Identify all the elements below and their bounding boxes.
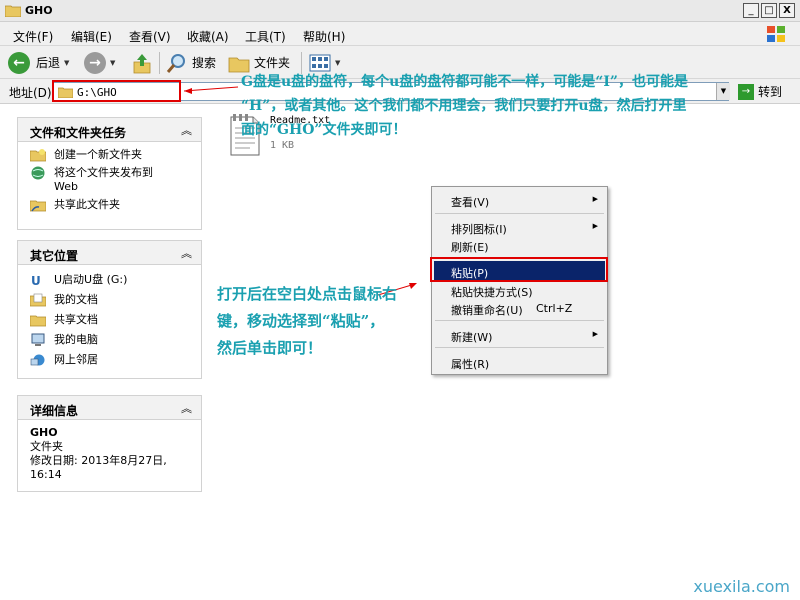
context-item-arrange-icons[interactable]: 排列图标(I) ▶	[434, 217, 605, 237]
chevron-down-icon: ▼	[64, 58, 70, 67]
address-label: 地址(D)	[9, 86, 52, 100]
back-button[interactable]: ← 后退 ▼	[8, 50, 69, 75]
search-label: 搜索	[192, 56, 217, 70]
other-places-panel: 其它位置 ︽ U U启动U盘 (G:) 我的文档 共享文档 我的电脑 网上邻居	[17, 240, 202, 379]
menu-divider	[435, 347, 604, 348]
menu-divider	[435, 320, 604, 321]
place-network[interactable]: 网上邻居	[30, 353, 201, 367]
panel-title: 文件和文件夹任务	[30, 126, 127, 140]
up-folder-icon	[133, 53, 151, 73]
toolbar-separator	[159, 52, 160, 74]
close-button[interactable]: X	[779, 3, 795, 18]
maximize-button[interactable]: □	[761, 3, 777, 18]
panel-header[interactable]: 详细信息 ︽	[18, 396, 201, 420]
menu-divider	[435, 213, 604, 214]
search-icon	[166, 53, 185, 73]
windows-logo-icon	[767, 26, 785, 42]
go-label: 转到	[758, 85, 783, 99]
menu-divider	[435, 257, 604, 258]
collapse-chevron-icon[interactable]: ︽	[181, 122, 192, 138]
computer-icon	[31, 333, 45, 346]
minimize-button[interactable]: _	[743, 3, 759, 18]
panel-header[interactable]: 其它位置 ︽	[18, 241, 201, 265]
address-value: G:\GHO	[77, 86, 117, 99]
collapse-chevron-icon[interactable]: ︽	[181, 245, 192, 261]
go-arrow-icon: →	[738, 83, 754, 100]
chevron-down-icon: ▼	[110, 58, 116, 67]
address-dropdown-button[interactable]: ▼	[716, 83, 730, 100]
panel-title: 其它位置	[30, 249, 79, 263]
place-usb-drive[interactable]: U U启动U盘 (G:)	[30, 273, 201, 287]
context-item-properties[interactable]: 属性(R)	[434, 352, 605, 372]
share-folder-icon	[30, 200, 46, 212]
up-folder-button[interactable]	[132, 50, 152, 75]
search-button[interactable]: 搜索	[166, 50, 216, 75]
arrow-head	[409, 283, 417, 289]
new-folder-icon	[30, 149, 46, 162]
task-new-folder[interactable]: 创建一个新文件夹	[30, 148, 201, 162]
watermark: xuexila.com	[693, 577, 790, 596]
context-item-view[interactable]: 查看(V) ▶	[434, 190, 605, 210]
annotation-paste-instruction: 打开后在空白处点击鼠标右 键，移动选择到“粘贴”， 然后单击即可！	[217, 285, 398, 357]
forward-button[interactable]: → ▼	[84, 50, 115, 75]
collapse-chevron-icon[interactable]: ︽	[181, 400, 192, 416]
context-item-paste-shortcut[interactable]: 粘贴快捷方式(S)	[434, 280, 605, 300]
svg-text:U: U	[31, 274, 41, 287]
usb-drive-icon: U	[31, 274, 41, 287]
context-item-new[interactable]: 新建(W) ▶	[434, 325, 605, 345]
context-item-refresh[interactable]: 刷新(E)	[434, 235, 605, 255]
details-modified: 修改日期: 2013年8月27日, 16:14	[30, 454, 167, 481]
context-item-undo-rename[interactable]: 撤销重命名(U) Ctrl+Z	[434, 298, 605, 318]
back-arrow-icon: ←	[8, 51, 30, 74]
submenu-arrow-icon: ▶	[592, 330, 598, 338]
window-title: GHO	[25, 4, 53, 17]
chevron-down-icon: ▼	[335, 58, 341, 67]
task-publish-web[interactable]: 将这个文件夹发布到 Web	[30, 166, 201, 194]
folders-label: 文件夹	[254, 56, 291, 70]
title-bar: GHO _ □ X	[0, 0, 800, 22]
forward-arrow-icon: →	[84, 51, 106, 74]
details-name: GHO	[30, 426, 58, 439]
details-panel: 详细信息 ︽ GHO 文件夹 修改日期: 2013年8月27日, 16:14	[17, 395, 202, 492]
panel-title: 详细信息	[30, 404, 79, 418]
documents-folder-icon	[30, 293, 46, 307]
annotation-drive-letter: G盘是u盘的盘符，每个u盘的盘符都可能不一样，可能是“I”，也可能是 “H”，或…	[241, 74, 688, 138]
menu-edit[interactable]: 编辑(E)	[71, 28, 112, 45]
file-tasks-panel: 文件和文件夹任务 ︽ 创建一个新文件夹 将这个文件夹发布到 Web 共享此文件夹	[17, 117, 202, 230]
submenu-arrow-icon: ▶	[592, 222, 598, 230]
menu-file[interactable]: 文件(F)	[13, 28, 53, 45]
folder-icon	[5, 5, 21, 17]
menu-tools[interactable]: 工具(T)	[245, 28, 286, 45]
folder-icon	[30, 315, 46, 327]
task-share-folder[interactable]: 共享此文件夹	[30, 198, 201, 212]
menu-help[interactable]: 帮助(H)	[303, 28, 345, 45]
task-pane: 文件和文件夹任务 ︽ 创建一个新文件夹 将这个文件夹发布到 Web 共享此文件夹…	[0, 105, 215, 600]
folder-icon	[58, 87, 73, 98]
context-item-paste[interactable]: 粘贴(P)	[434, 261, 605, 281]
context-menu: 查看(V) ▶ 排列图标(I) ▶ 刷新(E) 粘贴(P) 粘贴快捷方式(S) …	[431, 186, 608, 375]
menu-favorites[interactable]: 收藏(A)	[187, 28, 229, 45]
details-type: 文件夹	[30, 440, 63, 453]
place-my-documents[interactable]: 我的文档	[30, 293, 201, 307]
go-button[interactable]: → 转到	[738, 83, 782, 100]
globe-icon	[31, 166, 45, 180]
menu-view[interactable]: 查看(V)	[129, 28, 171, 45]
shortcut-label: Ctrl+Z	[536, 302, 573, 315]
panel-header[interactable]: 文件和文件夹任务 ︽	[18, 118, 201, 142]
place-shared-documents[interactable]: 共享文档	[30, 313, 201, 327]
back-label: 后退	[36, 56, 61, 70]
network-icon	[30, 354, 45, 366]
submenu-arrow-icon: ▶	[592, 195, 598, 203]
place-my-computer[interactable]: 我的电脑	[30, 333, 201, 347]
menu-bar: 文件(F) 编辑(E) 查看(V) 收藏(A) 工具(T) 帮助(H)	[0, 22, 800, 46]
